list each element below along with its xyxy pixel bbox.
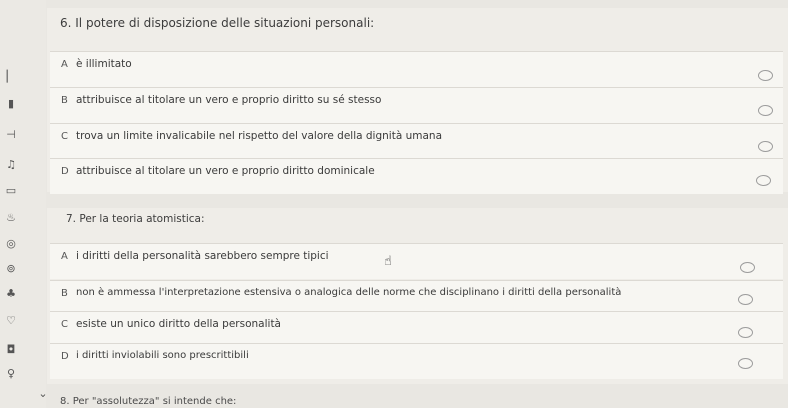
q6-option-d[interactable]: D attribuisce al titolare un vero e prop…: [50, 158, 783, 194]
q6-option-a[interactable]: A è illimitato: [50, 51, 783, 87]
users-icon[interactable]: ⊚: [4, 262, 18, 276]
q6-option-b[interactable]: B attribuisce al titolare un vero e prop…: [50, 87, 783, 123]
hand-cursor-icon: ☝: [384, 254, 392, 269]
person-icon[interactable]: ◘: [4, 343, 18, 357]
flag-icon[interactable]: ▮: [4, 97, 18, 111]
option-letter: A: [61, 59, 68, 70]
q7-option-d[interactable]: D i diritti inviolabili sono prescrittib…: [50, 343, 783, 379]
user-icon[interactable]: ♀: [4, 367, 18, 381]
document-icon[interactable]: ♡: [4, 314, 18, 328]
option-letter: B: [61, 95, 68, 106]
radio-button[interactable]: [758, 70, 773, 81]
option-letter: A: [61, 251, 68, 262]
option-letter: B: [61, 288, 68, 299]
option-text: esiste un unico diritto della personalit…: [76, 318, 281, 330]
settings-icon[interactable]: ◎: [4, 237, 18, 251]
chevron-down-icon[interactable]: ⌄: [36, 387, 50, 401]
q7-option-c[interactable]: C esiste un unico diritto della personal…: [50, 311, 783, 347]
radio-button[interactable]: [738, 327, 753, 338]
comment-icon[interactable]: ♣: [4, 287, 18, 301]
option-letter: C: [61, 319, 68, 330]
option-text: i diritti della personalità sarebbero se…: [76, 250, 329, 262]
left-toolbar: ▏ ▮ ⊣ ♫ ▭ ♨ ◎ ⊚ ♣ ♡ ◘ ♀ ⌄: [0, 0, 48, 408]
option-text: i diritti inviolabili sono prescrittibil…: [76, 350, 249, 361]
bookmark-icon[interactable]: ▏: [4, 70, 18, 84]
radio-button[interactable]: [738, 358, 753, 369]
timer-icon[interactable]: ♨: [4, 211, 18, 225]
radio-button[interactable]: [758, 105, 773, 116]
option-letter: D: [61, 351, 69, 362]
option-text: attribuisce al titolare un vero e propri…: [76, 94, 382, 106]
chart-icon[interactable]: ▭: [4, 184, 18, 198]
radio-button[interactable]: [758, 141, 773, 152]
option-letter: D: [61, 166, 69, 177]
question-6-title: 6. Il potere di disposizione delle situa…: [60, 16, 375, 30]
q7-option-a[interactable]: A i diritti della personalità sarebbero …: [50, 243, 783, 279]
question-7-title: 7. Per la teoria atomistica:: [66, 213, 205, 225]
note-icon[interactable]: ♫: [4, 158, 18, 172]
option-text: trova un limite invalicabile nel rispett…: [76, 130, 443, 142]
steps-icon[interactable]: ⊣: [4, 128, 18, 142]
radio-button[interactable]: [756, 175, 771, 186]
q6-option-c[interactable]: C trova un limite invalicabile nel rispe…: [50, 123, 783, 159]
option-text: non è ammessa l'interpretazione estensiv…: [76, 287, 622, 298]
option-letter: C: [61, 131, 68, 142]
option-text: è illimitato: [76, 58, 132, 70]
radio-button[interactable]: [738, 294, 753, 305]
radio-button[interactable]: [740, 262, 755, 273]
option-text: attribuisce al titolare un vero e propri…: [76, 165, 375, 177]
question-8-title: 8. Per "assolutezza" si intende che:: [60, 396, 237, 407]
